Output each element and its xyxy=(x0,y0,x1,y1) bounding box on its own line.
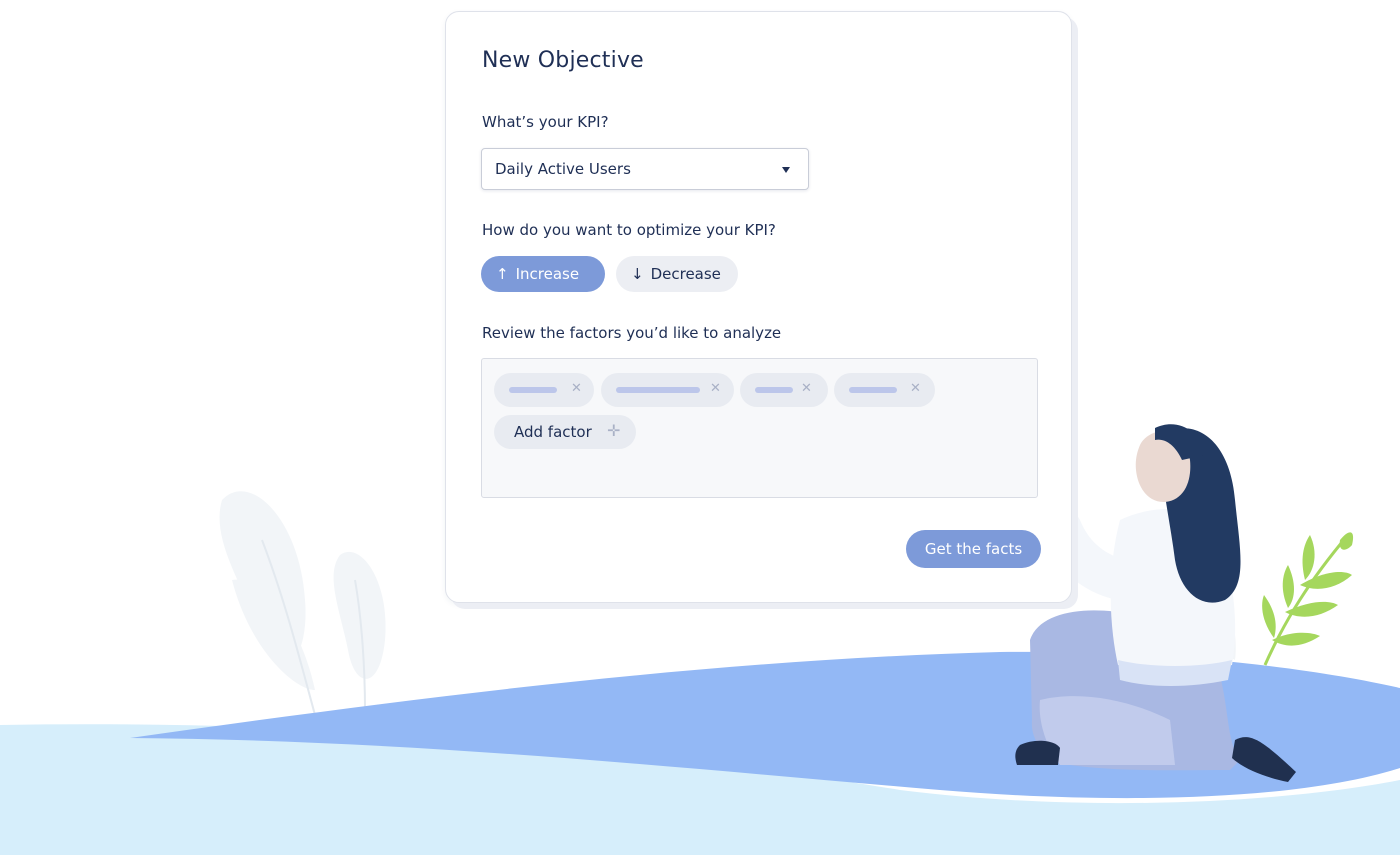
arrow-up-icon: ↑ xyxy=(496,265,509,283)
plus-icon: ✛ xyxy=(607,421,621,440)
remove-chip-icon[interactable]: ✕ xyxy=(910,381,921,396)
increase-label: Increase xyxy=(515,265,580,283)
factor-chip[interactable]: ✕ xyxy=(494,373,594,407)
chip-placeholder-bar xyxy=(755,387,793,393)
factor-chip[interactable]: ✕ xyxy=(834,373,935,407)
factors-box[interactable]: ✕ ✕ ✕ ✕ Add factor ✛ xyxy=(481,358,1038,498)
increase-button[interactable]: ↑ Increase xyxy=(481,256,605,292)
decrease-label: Decrease xyxy=(650,265,721,283)
optimize-label: How do you want to optimize your KPI? xyxy=(482,221,776,239)
kpi-label: What’s your KPI? xyxy=(482,113,609,131)
add-factor-label: Add factor xyxy=(514,423,592,441)
chip-placeholder-bar xyxy=(849,387,897,393)
chip-placeholder-bar xyxy=(616,387,700,393)
kpi-select[interactable]: Daily Active Users xyxy=(481,148,809,190)
card-title: New Objective xyxy=(482,48,644,73)
get-the-facts-button[interactable]: Get the facts xyxy=(906,530,1041,568)
kpi-select-value: Daily Active Users xyxy=(495,160,631,178)
add-factor-button[interactable]: Add factor ✛ xyxy=(494,415,636,449)
factors-label: Review the factors you’d like to analyze xyxy=(482,324,782,342)
remove-chip-icon[interactable]: ✕ xyxy=(571,381,582,396)
green-plant xyxy=(1262,532,1354,666)
caret-down-icon xyxy=(782,167,790,173)
arrow-down-icon: ↓ xyxy=(631,265,644,283)
factor-chip[interactable]: ✕ xyxy=(601,373,734,407)
chip-placeholder-bar xyxy=(509,387,557,393)
remove-chip-icon[interactable]: ✕ xyxy=(710,381,721,396)
new-objective-card: New Objective What’s your KPI? Daily Act… xyxy=(445,11,1072,603)
remove-chip-icon[interactable]: ✕ xyxy=(801,381,812,396)
factor-chip[interactable]: ✕ xyxy=(740,373,828,407)
decrease-button[interactable]: ↓ Decrease xyxy=(616,256,738,292)
